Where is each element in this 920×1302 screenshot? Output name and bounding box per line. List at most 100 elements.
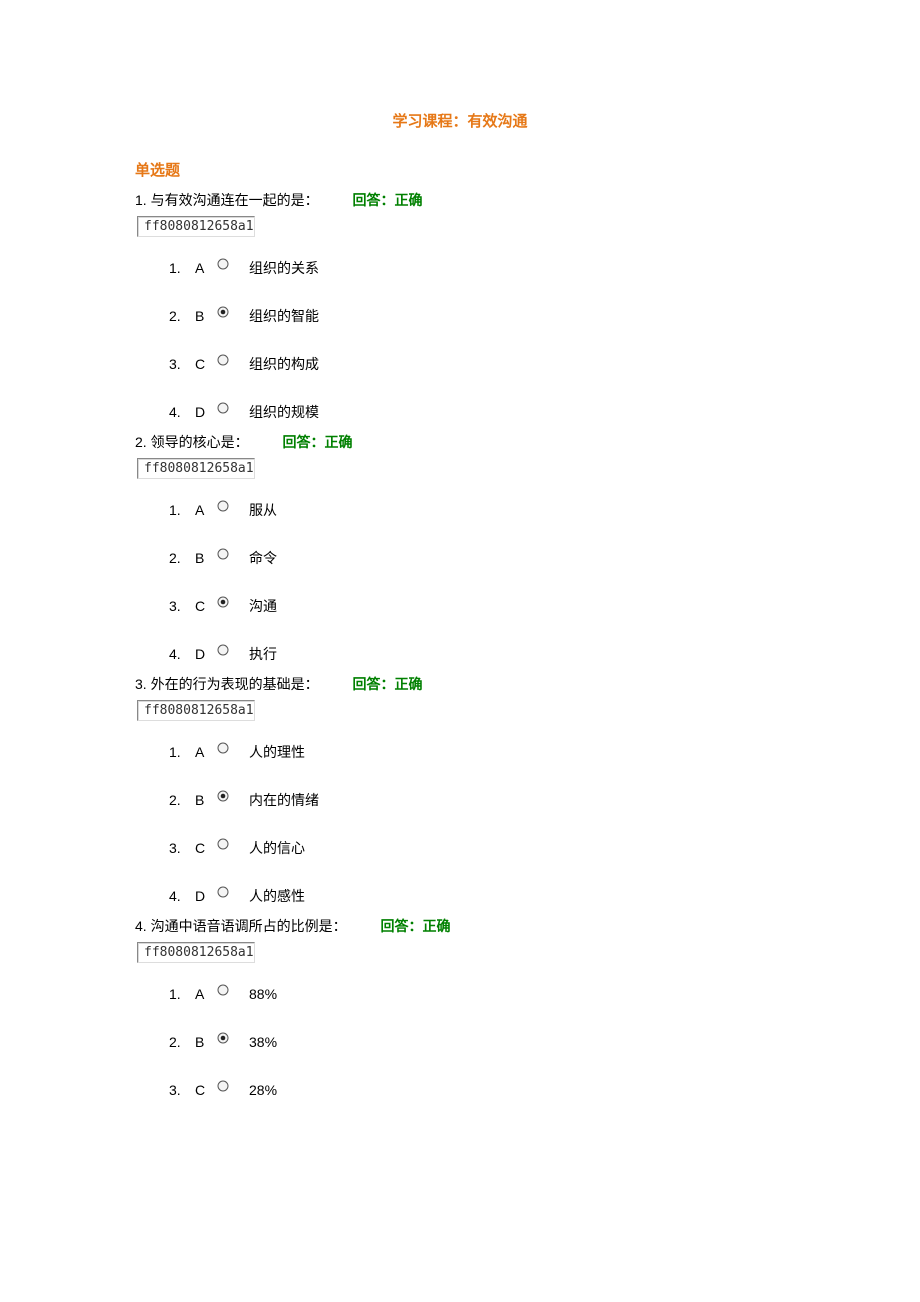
option-row[interactable]: 1. A 人的理性 xyxy=(169,742,785,762)
option-row[interactable]: 2. B 组织的智能 xyxy=(169,306,785,326)
radio-selected-icon[interactable] xyxy=(217,306,229,318)
question-text: 与有效沟通连在一起的是： xyxy=(151,192,319,208)
radio-selected-icon[interactable] xyxy=(217,1032,229,1044)
option-letter: C xyxy=(195,598,217,614)
question-number: 1. xyxy=(135,192,151,208)
radio-unselected-icon[interactable] xyxy=(217,258,229,270)
radio-holder[interactable] xyxy=(217,354,243,366)
option-number: 1. xyxy=(169,502,195,518)
option-text: 人的感性 xyxy=(249,886,305,906)
option-text: 28% xyxy=(249,1082,277,1098)
option-text: 38% xyxy=(249,1034,277,1050)
option-number: 4. xyxy=(169,404,195,420)
option-row[interactable]: 1. A 服从 xyxy=(169,500,785,520)
option-row[interactable]: 3. C 人的信心 xyxy=(169,838,785,858)
course-title: 学习课程：有效沟通 xyxy=(135,110,785,131)
option-number: 3. xyxy=(169,1082,195,1098)
answer-status: 回答：正确 xyxy=(282,434,352,450)
option-letter: C xyxy=(195,1082,217,1098)
radio-unselected-icon[interactable] xyxy=(217,984,229,996)
radio-unselected-icon[interactable] xyxy=(217,548,229,560)
radio-selected-icon[interactable] xyxy=(217,790,229,802)
radio-holder[interactable] xyxy=(217,548,243,560)
question-number: 3. xyxy=(135,676,151,692)
option-number: 2. xyxy=(169,308,195,324)
radio-holder[interactable] xyxy=(217,742,243,754)
radio-unselected-icon[interactable] xyxy=(217,500,229,512)
option-number: 1. xyxy=(169,986,195,1002)
option-row[interactable]: 4. D 组织的规模 xyxy=(169,402,785,422)
radio-unselected-icon[interactable] xyxy=(217,644,229,656)
option-row[interactable]: 4. D 人的感性 xyxy=(169,886,785,906)
option-text: 组织的构成 xyxy=(249,354,319,374)
option-row[interactable]: 2. B 命令 xyxy=(169,548,785,568)
option-number: 1. xyxy=(169,744,195,760)
question-block: 2. 领导的核心是： 回答：正确 ff8080812658a1 1. A 服从 … xyxy=(135,432,785,664)
option-row[interactable]: 4. D 执行 xyxy=(169,644,785,664)
radio-unselected-icon[interactable] xyxy=(217,1080,229,1092)
radio-selected-icon[interactable] xyxy=(217,596,229,608)
option-number: 4. xyxy=(169,888,195,904)
option-letter: C xyxy=(195,840,217,856)
option-letter: D xyxy=(195,646,217,662)
answer-status: 回答：正确 xyxy=(352,676,422,692)
option-text: 88% xyxy=(249,986,277,1002)
option-number: 2. xyxy=(169,792,195,808)
option-text: 组织的规模 xyxy=(249,402,319,422)
option-number: 3. xyxy=(169,356,195,372)
radio-holder[interactable] xyxy=(217,1032,243,1044)
option-letter: A xyxy=(195,986,217,1002)
question-text: 外在的行为表现的基础是： xyxy=(151,676,319,692)
radio-holder[interactable] xyxy=(217,838,243,850)
radio-holder[interactable] xyxy=(217,644,243,656)
option-text: 命令 xyxy=(249,548,277,568)
radio-holder[interactable] xyxy=(217,790,243,802)
option-row[interactable]: 3. C 28% xyxy=(169,1080,785,1100)
option-text: 执行 xyxy=(249,644,277,664)
radio-holder[interactable] xyxy=(217,500,243,512)
question-text: 领导的核心是： xyxy=(151,434,249,450)
option-letter: D xyxy=(195,404,217,420)
radio-holder[interactable] xyxy=(217,886,243,898)
option-text: 人的理性 xyxy=(249,742,305,762)
radio-unselected-icon[interactable] xyxy=(217,402,229,414)
question-line: 2. 领导的核心是： 回答：正确 xyxy=(135,432,785,452)
option-row[interactable]: 1. A 88% xyxy=(169,984,785,1004)
radio-unselected-icon[interactable] xyxy=(217,886,229,898)
option-number: 2. xyxy=(169,550,195,566)
option-row[interactable]: 3. C 沟通 xyxy=(169,596,785,616)
option-text: 沟通 xyxy=(249,596,277,616)
option-letter: A xyxy=(195,744,217,760)
option-number: 1. xyxy=(169,260,195,276)
radio-holder[interactable] xyxy=(217,984,243,996)
radio-holder[interactable] xyxy=(217,306,243,318)
option-row[interactable]: 2. B 38% xyxy=(169,1032,785,1052)
option-row[interactable]: 1. A 组织的关系 xyxy=(169,258,785,278)
radio-holder[interactable] xyxy=(217,258,243,270)
question-block: 1. 与有效沟通连在一起的是： 回答：正确 ff8080812658a1 1. … xyxy=(135,190,785,422)
question-line: 4. 沟通中语音语调所占的比例是： 回答：正确 xyxy=(135,916,785,936)
question-block: 3. 外在的行为表现的基础是： 回答：正确 ff8080812658a1 1. … xyxy=(135,674,785,906)
option-row[interactable]: 2. B 内在的情绪 xyxy=(169,790,785,810)
options-list: 1. A 人的理性 2. B 内在的情绪 3. C 人的信心 4. D 人的感性 xyxy=(169,742,785,906)
option-letter: A xyxy=(195,502,217,518)
option-number: 3. xyxy=(169,840,195,856)
radio-holder[interactable] xyxy=(217,1080,243,1092)
page-container: 学习课程：有效沟通 单选题 1. 与有效沟通连在一起的是： 回答：正确 ff80… xyxy=(0,0,920,1150)
question-number: 2. xyxy=(135,434,151,450)
radio-holder[interactable] xyxy=(217,596,243,608)
answer-status: 回答：正确 xyxy=(380,918,450,934)
question-text: 沟通中语音语调所占的比例是： xyxy=(151,918,347,934)
radio-holder[interactable] xyxy=(217,402,243,414)
code-box: ff8080812658a1 xyxy=(137,458,255,479)
options-list: 1. A 服从 2. B 命令 3. C 沟通 4. D 执行 xyxy=(169,500,785,664)
options-list: 1. A 88% 2. B 38% 3. C 28% xyxy=(169,984,785,1100)
option-letter: A xyxy=(195,260,217,276)
radio-unselected-icon[interactable] xyxy=(217,354,229,366)
option-letter: B xyxy=(195,1034,217,1050)
option-number: 3. xyxy=(169,598,195,614)
radio-unselected-icon[interactable] xyxy=(217,742,229,754)
radio-unselected-icon[interactable] xyxy=(217,838,229,850)
option-row[interactable]: 3. C 组织的构成 xyxy=(169,354,785,374)
question-block: 4. 沟通中语音语调所占的比例是： 回答：正确 ff8080812658a1 1… xyxy=(135,916,785,1100)
